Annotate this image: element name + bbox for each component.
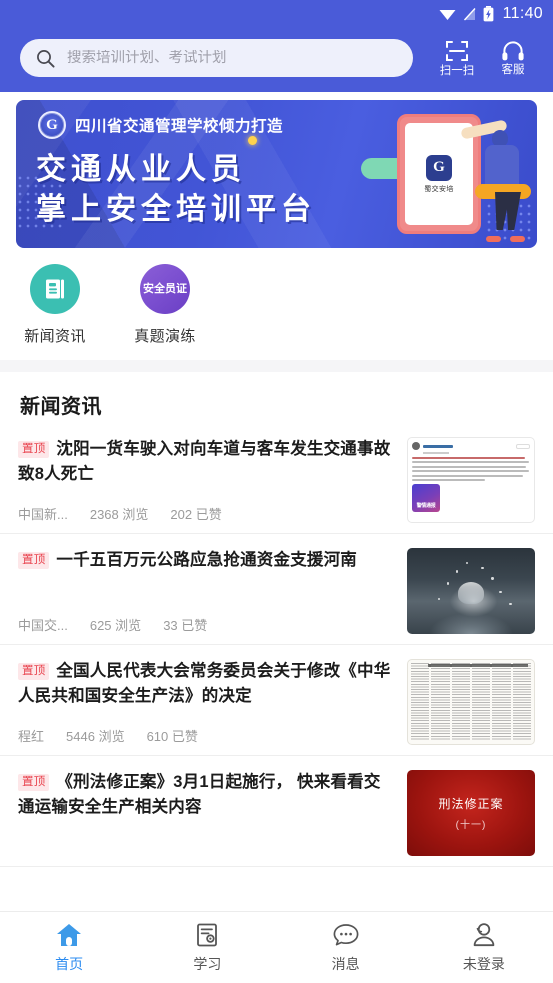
scan-label: 扫一扫 bbox=[439, 64, 475, 77]
tab-messages[interactable]: 消息 bbox=[277, 922, 415, 974]
pin-badge: 置顶 bbox=[18, 441, 50, 458]
status-bar: 11:40 bbox=[0, 0, 553, 28]
study-document-icon bbox=[194, 922, 220, 948]
news-headline-wrapper: 置顶 一千五百万元公路应急抢通资金支援河南 bbox=[18, 548, 393, 573]
search-bar[interactable] bbox=[20, 39, 413, 77]
news-headline: 沈阳一货车驶入对向车道与客车发生交通事故 致8人死亡 bbox=[18, 440, 391, 483]
news-views: 625 浏览 bbox=[89, 618, 142, 633]
news-headline: 《刑法修正案》3月1日起施行， 快来看看交通运输安全生产相关内容 bbox=[18, 773, 381, 816]
user-icon bbox=[471, 922, 497, 948]
banner-person-shoe-right bbox=[510, 236, 525, 242]
news-headline: 一千五百万元公路应急抢通资金支援河南 bbox=[56, 551, 358, 569]
pin-badge: 置顶 bbox=[18, 663, 50, 680]
pin-badge: 置顶 bbox=[18, 774, 50, 791]
phone-app-logo-icon: G bbox=[426, 154, 452, 181]
school-logo-icon: G bbox=[38, 111, 66, 139]
quick-entry-practice[interactable]: 安全员证 真题演练 bbox=[110, 264, 220, 346]
news-headline-wrapper: 置顶 沈阳一货车驶入对向车道与客车发生交通事故 致8人死亡 bbox=[18, 437, 393, 487]
search-input[interactable] bbox=[67, 50, 397, 66]
news-thumbnail bbox=[407, 659, 535, 745]
news-section-title: 新闻资讯 bbox=[0, 372, 553, 423]
wifi-icon bbox=[439, 8, 456, 21]
news-meta: 中国交... 625 浏览 33 已赞 bbox=[18, 601, 393, 634]
news-thumbnail: 刑法修正案 (十一) bbox=[407, 770, 535, 856]
tab-messages-label: 消息 bbox=[331, 955, 360, 972]
scan-button[interactable]: 扫一扫 bbox=[429, 39, 485, 78]
tab-home[interactable]: 首页 bbox=[0, 922, 138, 974]
news-meta: 程红 5446 浏览 610 已赞 bbox=[18, 712, 393, 745]
news-thumbnail: 警情通报 bbox=[407, 437, 535, 523]
news-views: 5446 浏览 bbox=[66, 729, 125, 744]
news-list-item[interactable]: 置顶 一千五百万元公路应急抢通资金支援河南 中国交... 625 浏览 33 已赞 bbox=[0, 534, 553, 645]
section-divider bbox=[0, 360, 553, 372]
news-list-item[interactable]: 置顶 全国人民代表大会常务委员会关于修改《中华人民共和国安全生产法》的决定 程红 … bbox=[0, 645, 553, 756]
news-list-item[interactable]: 置顶 沈阳一货车驶入对向车道与客车发生交通事故 致8人死亡 中国新... 2368… bbox=[0, 423, 553, 534]
tab-study-label: 学习 bbox=[193, 955, 222, 972]
news-views: 2368 浏览 bbox=[89, 507, 149, 522]
news-thumb-caption: 刑法修正案 bbox=[438, 797, 504, 811]
news-headline-wrapper: 置顶 全国人民代表大会常务委员会关于修改《中华人民共和国安全生产法》的决定 bbox=[18, 659, 393, 709]
banner-line-1: 交通从业人员 bbox=[36, 153, 246, 186]
app-header: 11:40 扫一扫 bbox=[0, 0, 553, 92]
quick-entry-row: 新闻资讯 安全员证 真题演练 bbox=[0, 248, 553, 360]
news-source: 中国交... bbox=[18, 618, 68, 633]
message-bubble-icon bbox=[332, 922, 360, 948]
news-headline: 全国人民代表大会常务委员会关于修改《中华人民共和国安全生产法》的决定 bbox=[18, 662, 391, 705]
no-signal-icon bbox=[463, 7, 476, 21]
safety-certificate-icon: 安全员证 bbox=[140, 264, 190, 314]
news-thumb-caption-secondary: (十一) bbox=[455, 820, 487, 831]
customer-service-label: 客服 bbox=[501, 63, 525, 76]
pin-badge: 置顶 bbox=[18, 552, 50, 569]
news-thumbnail bbox=[407, 548, 535, 634]
news-meta: 中国新... 2368 浏览 202 已赞 bbox=[18, 490, 393, 523]
banner-subtitle: 四川省交通管理学校倾力打造 bbox=[75, 118, 284, 135]
news-source: 中国新... bbox=[18, 507, 68, 522]
headset-icon bbox=[501, 40, 525, 62]
quick-entry-practice-label: 真题演练 bbox=[134, 328, 196, 345]
status-bar-time: 11:40 bbox=[502, 5, 543, 22]
bottom-tab-bar: 首页 学习 消息 未登录 bbox=[0, 911, 553, 983]
banner-person-shoe-left bbox=[486, 236, 501, 242]
news-likes: 202 已赞 bbox=[170, 507, 222, 522]
tab-home-label: 首页 bbox=[55, 955, 84, 972]
news-document-icon bbox=[30, 264, 80, 314]
banner-accent-dot bbox=[248, 136, 257, 145]
battery-charging-icon bbox=[483, 6, 494, 22]
phone-app-name: 蜀交安培 bbox=[424, 185, 454, 193]
news-likes: 33 已赞 bbox=[163, 618, 208, 633]
header-bar: 扫一扫 客服 bbox=[0, 28, 553, 88]
quick-entry-news-label: 新闻资讯 bbox=[24, 328, 86, 345]
news-list-item[interactable]: 置顶 《刑法修正案》3月1日起施行， 快来看看交通运输安全生产相关内容 刑法修正案… bbox=[0, 756, 553, 867]
scan-icon bbox=[445, 39, 469, 63]
tab-study[interactable]: 学习 bbox=[138, 922, 276, 974]
search-icon bbox=[36, 49, 55, 68]
news-headline-wrapper: 置顶 《刑法修正案》3月1日起施行， 快来看看交通运输安全生产相关内容 bbox=[18, 770, 393, 820]
promo-banner[interactable]: G 四川省交通管理学校倾力打造 交通从业人员 掌上安全培训平台 G 蜀交安培 bbox=[16, 100, 537, 248]
news-thumb-caption: 警情通报 bbox=[416, 502, 436, 509]
tab-profile[interactable]: 未登录 bbox=[415, 922, 553, 974]
banner-header: G 四川省交通管理学校倾力打造 bbox=[38, 111, 283, 139]
home-icon bbox=[55, 922, 83, 948]
banner-line-2: 掌上安全培训平台 bbox=[36, 193, 316, 226]
safety-certificate-badge-text: 安全员证 bbox=[143, 283, 187, 295]
tab-profile-label: 未登录 bbox=[462, 955, 505, 972]
news-likes: 610 已赞 bbox=[146, 729, 198, 744]
quick-entry-news[interactable]: 新闻资讯 bbox=[0, 264, 110, 346]
customer-service-button[interactable]: 客服 bbox=[485, 40, 541, 77]
banner-container: G 四川省交通管理学校倾力打造 交通从业人员 掌上安全培训平台 G 蜀交安培 bbox=[0, 92, 553, 248]
news-source: 程红 bbox=[18, 729, 45, 744]
news-list: 置顶 沈阳一货车驶入对向车道与客车发生交通事故 致8人死亡 中国新... 2368… bbox=[0, 423, 553, 867]
